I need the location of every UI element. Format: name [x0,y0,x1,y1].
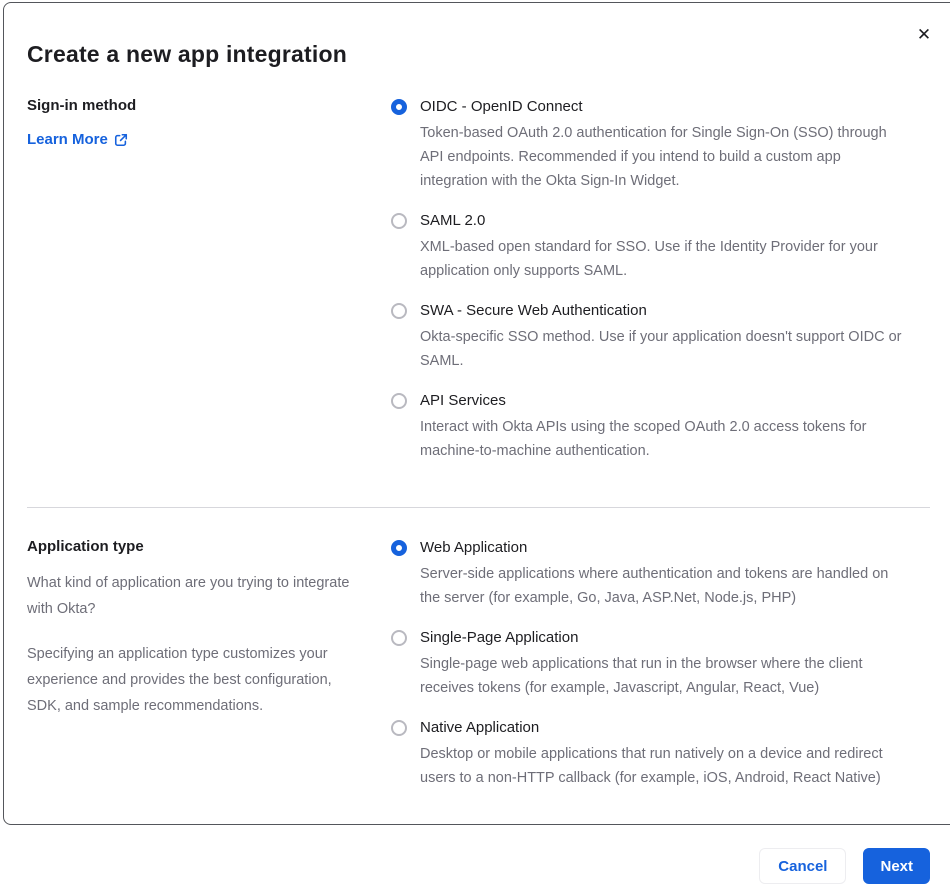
radio-option-oidc[interactable]: OIDC - OpenID Connect Token-based OAuth … [391,97,907,193]
option-description: Token-based OAuth 2.0 authentication for… [420,125,887,189]
option-description: Okta-specific SSO method. Use if your ap… [420,329,902,369]
dialog-content: Create a new app integration Sign-in met… [4,3,930,884]
signin-method-section: Sign-in method Learn More OIDC - OpenID … [27,97,907,481]
radio-option-api-services[interactable]: API Services Interact with Okta APIs usi… [391,391,907,463]
option-description: Desktop or mobile applications that run … [420,746,883,786]
option-description: Server-side applications where authentic… [420,566,889,606]
radio-option-swa[interactable]: SWA - Secure Web Authentication Okta-spe… [391,301,907,373]
radio-option-web-application[interactable]: Web Application Server-side applications… [391,538,907,610]
radio-icon[interactable] [391,99,407,115]
signin-method-label: Sign-in method [27,97,137,114]
page-title: Create a new app integration [27,41,347,67]
radio-icon[interactable] [391,213,407,229]
section-divider [27,507,930,508]
option-label: Web Application [420,539,528,556]
radio-icon[interactable] [391,540,407,556]
option-label: SAML 2.0 [420,212,486,229]
application-type-label: Application type [27,538,144,555]
application-type-intro-1: What kind of application are you trying … [27,575,350,617]
application-type-section: Application type What kind of applicatio… [27,538,907,808]
option-label: OIDC - OpenID Connect [420,98,583,115]
close-icon[interactable]: ✕ [912,23,936,47]
radio-icon[interactable] [391,303,407,319]
radio-icon[interactable] [391,630,407,646]
radio-icon[interactable] [391,720,407,736]
create-app-integration-dialog: ✕ Create a new app integration Sign-in m… [3,2,950,884]
cancel-button[interactable]: Cancel [759,848,847,884]
option-description: Interact with Okta APIs using the scoped… [420,419,867,459]
signin-method-options: OIDC - OpenID Connect Token-based OAuth … [391,97,907,481]
learn-more-label: Learn More [27,131,108,148]
radio-option-native-application[interactable]: Native Application Desktop or mobile app… [391,718,907,790]
option-label: API Services [420,392,506,409]
dialog-footer: Cancel Next [27,848,930,884]
option-label: Single-Page Application [420,629,579,646]
radio-icon[interactable] [391,393,407,409]
option-description: Single-page web applications that run in… [420,656,863,696]
application-type-options: Web Application Server-side applications… [391,538,907,808]
option-label: SWA - Secure Web Authentication [420,302,647,319]
application-type-intro-2: Specifying an application type customize… [27,646,332,714]
radio-option-single-page-application[interactable]: Single-Page Application Single-page web … [391,628,907,700]
radio-option-saml[interactable]: SAML 2.0 XML-based open standard for SSO… [391,211,907,283]
next-button[interactable]: Next [863,848,930,884]
option-label: Native Application [420,719,540,736]
external-link-icon [114,133,128,147]
option-description: XML-based open standard for SSO. Use if … [420,239,878,279]
learn-more-link[interactable]: Learn More [27,131,128,148]
